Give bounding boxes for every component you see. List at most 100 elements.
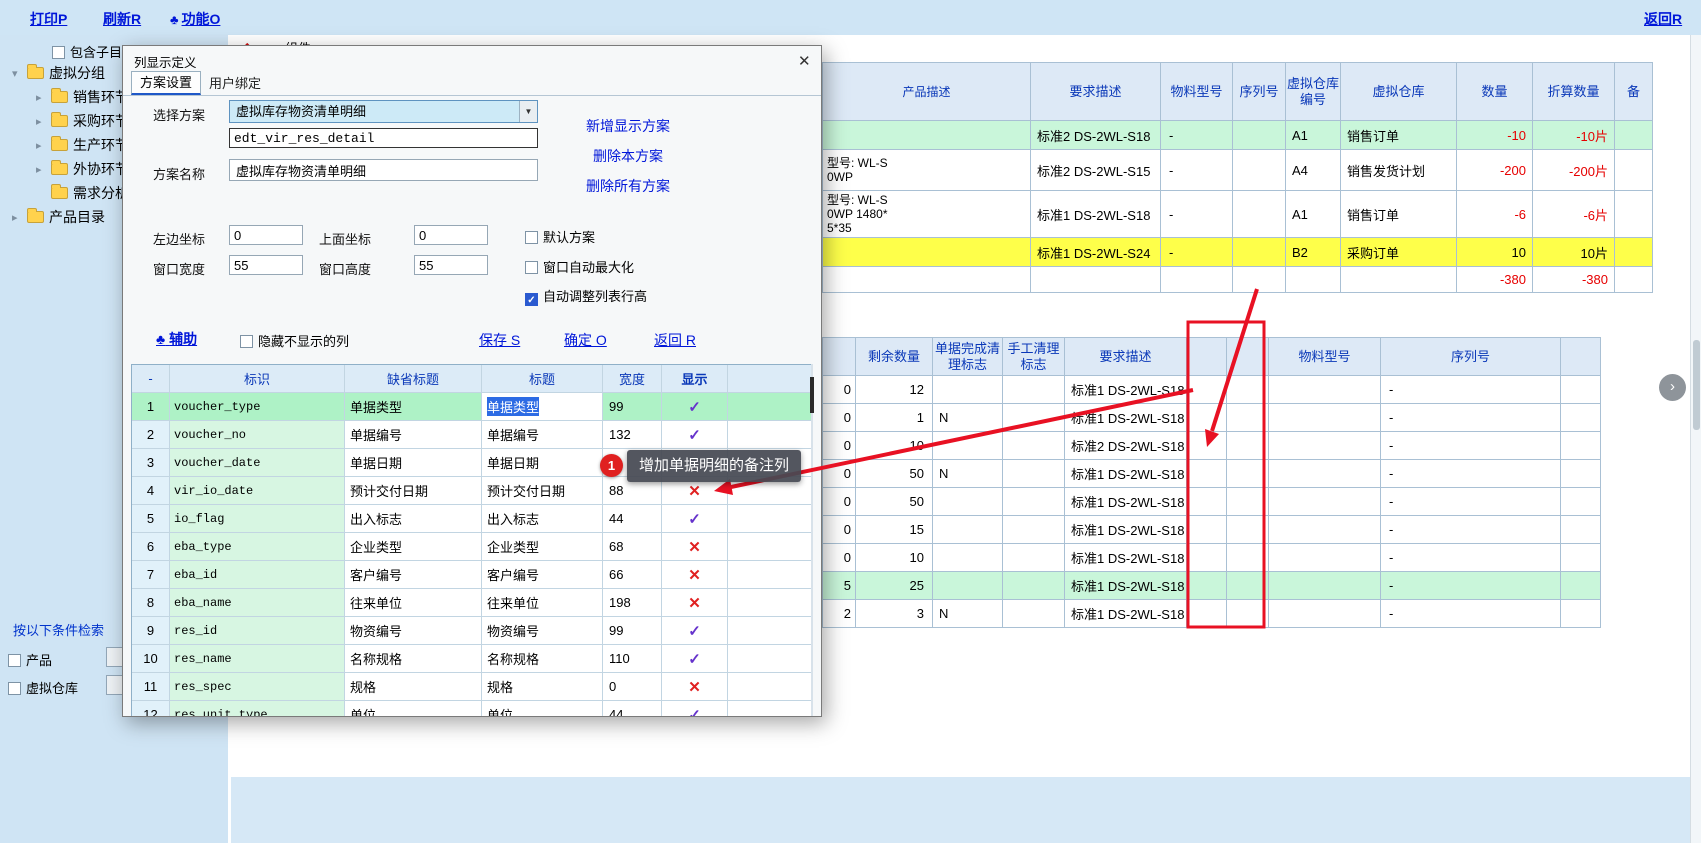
- grid-scrollbar[interactable]: [811, 364, 813, 717]
- cell-width[interactable]: 66: [603, 561, 662, 589]
- column-config-row[interactable]: 6 eba_type 企业类型 企业类型 68 ✕: [132, 533, 812, 561]
- table-row[interactable]: 2 3 N 标准1 DS-2WL-S18 -: [823, 600, 1601, 628]
- cell-width[interactable]: 99: [603, 617, 662, 645]
- cell-title[interactable]: 企业类型: [482, 533, 603, 561]
- auto-maximize-checkbox[interactable]: [525, 261, 538, 274]
- cell-visible-flag[interactable]: ✓: [662, 393, 728, 421]
- function-button[interactable]: ♣功能O: [170, 9, 220, 29]
- table-row[interactable]: 0 10 标准1 DS-2WL-S18 -: [823, 544, 1601, 572]
- column-config-row[interactable]: 10 res_name 名称规格 名称规格 110 ✓: [132, 645, 812, 673]
- column-config-row[interactable]: 7 eba_id 客户编号 客户编号 66 ✕: [132, 561, 812, 589]
- left-coord-input[interactable]: [229, 225, 303, 245]
- table-row[interactable]: 0 10 标准2 DS-2WL-S18 -: [823, 432, 1601, 460]
- refresh-button[interactable]: 刷新R: [103, 9, 141, 29]
- vertical-scrollbar[interactable]: [1690, 35, 1701, 843]
- delete-scheme-link[interactable]: 删除本方案: [593, 146, 663, 166]
- table-row[interactable]: 0 50 N 标准1 DS-2WL-S18 -: [823, 460, 1601, 488]
- table-row[interactable]: 标准1 DS-2WL-S24 - B2 采购订单 10 10片: [823, 238, 1653, 267]
- expander-icon[interactable]: ▸: [36, 115, 51, 128]
- cell-title[interactable]: 预计交付日期: [482, 477, 603, 505]
- column-config-row[interactable]: 8 eba_name 往来单位 往来单位 198 ✕: [132, 589, 812, 617]
- delete-all-schemes-link[interactable]: 删除所有方案: [586, 176, 670, 196]
- table-row[interactable]: 0 1 N 标准1 DS-2WL-S18 -: [823, 404, 1601, 432]
- table-row[interactable]: 0 12 标准1 DS-2WL-S18 -: [823, 376, 1601, 404]
- warehouse-filter-checkbox[interactable]: [8, 682, 21, 695]
- auto-row-height-checkbox[interactable]: ✓: [525, 293, 538, 306]
- cell-title[interactable]: 单据类型: [482, 393, 603, 421]
- product-filter-checkbox[interactable]: [8, 654, 21, 667]
- expander-icon[interactable]: ▸: [36, 163, 51, 176]
- cell-title[interactable]: 规格: [482, 673, 603, 701]
- cell-visible-flag[interactable]: ✕: [662, 561, 728, 589]
- include-subdir-checkbox[interactable]: [52, 46, 65, 59]
- close-icon[interactable]: ✕: [798, 52, 811, 70]
- save-button[interactable]: 保存 S: [479, 330, 520, 350]
- chevron-down-icon[interactable]: ▼: [519, 101, 537, 122]
- default-scheme-checkbox[interactable]: [525, 231, 538, 244]
- scheme-code-input[interactable]: [229, 128, 538, 148]
- cell-visible-flag[interactable]: ✓: [662, 505, 728, 533]
- cell-visible-flag[interactable]: ✓: [662, 645, 728, 673]
- cell-visible-flag[interactable]: ✓: [662, 701, 728, 717]
- expander-icon[interactable]: ▾: [12, 67, 27, 80]
- cell-width[interactable]: 44: [603, 701, 662, 717]
- cell-visible-flag[interactable]: ✕: [662, 673, 728, 701]
- cell-width[interactable]: 198: [603, 589, 662, 617]
- hide-columns-checkbox[interactable]: [240, 335, 253, 348]
- cell-width[interactable]: 110: [603, 645, 662, 673]
- scrollbar-thumb[interactable]: [1693, 340, 1700, 430]
- table-row[interactable]: 0 50 标准1 DS-2WL-S18 -: [823, 488, 1601, 516]
- cell-title[interactable]: 单位: [482, 701, 603, 717]
- cell-title[interactable]: 往来单位: [482, 589, 603, 617]
- ok-button[interactable]: 确定 O: [564, 330, 607, 350]
- expander-icon[interactable]: ▸: [12, 211, 27, 224]
- new-scheme-link[interactable]: 新增显示方案: [586, 116, 670, 136]
- back-button[interactable]: 返回R: [1644, 9, 1682, 29]
- tab-user-binding[interactable]: 用户绑定: [201, 73, 269, 95]
- return-button[interactable]: 返回 R: [654, 330, 696, 350]
- table-row[interactable]: 0 15 标准1 DS-2WL-S18 -: [823, 516, 1601, 544]
- column-config-row[interactable]: 11 res_spec 规格 规格 0 ✕: [132, 673, 812, 701]
- cell-title[interactable]: 物资编号: [482, 617, 603, 645]
- cell-width[interactable]: 68: [603, 533, 662, 561]
- cell-title[interactable]: 客户编号: [482, 561, 603, 589]
- column-config-row[interactable]: 2 voucher_no 单据编号 单据编号 132 ✓: [132, 421, 812, 449]
- table-row[interactable]: 标准2 DS-2WL-S18 - A1 销售订单 -10 -10片: [823, 121, 1653, 150]
- column-config-row[interactable]: 1 voucher_type 单据类型 单据类型 99 ✓: [132, 393, 812, 421]
- top-coord-input[interactable]: [414, 225, 488, 245]
- grid-scrollbar-thumb[interactable]: [810, 377, 814, 413]
- cell-width[interactable]: 0: [603, 673, 662, 701]
- cell-title[interactable]: 名称规格: [482, 645, 603, 673]
- cell-visible-flag[interactable]: ✓: [662, 617, 728, 645]
- expander-icon[interactable]: ▸: [36, 91, 51, 104]
- cell-visible-flag[interactable]: ✕: [662, 589, 728, 617]
- cell-visible-flag[interactable]: ✕: [662, 533, 728, 561]
- column-config-row[interactable]: 5 io_flag 出入标志 出入标志 44 ✓: [132, 505, 812, 533]
- help-button[interactable]: ♣ 辅助: [156, 329, 197, 349]
- tab-scheme-settings[interactable]: 方案设置: [131, 71, 201, 95]
- cell-title[interactable]: 出入标志: [482, 505, 603, 533]
- window-height-input[interactable]: [414, 255, 488, 275]
- auto-maximize-checkbox-row[interactable]: 窗口自动最大化: [525, 257, 634, 276]
- scroll-right-button[interactable]: ›: [1659, 374, 1686, 401]
- hide-columns-checkbox-row[interactable]: 隐藏不显示的列: [240, 331, 349, 350]
- cell-width[interactable]: 132: [603, 421, 662, 449]
- table-row[interactable]: 5 25 标准1 DS-2WL-S18 -: [823, 572, 1601, 600]
- default-scheme-checkbox-row[interactable]: 默认方案: [525, 227, 595, 246]
- cell-width[interactable]: 99: [603, 393, 662, 421]
- scheme-select[interactable]: 虚拟库存物资清单明细: [229, 100, 538, 123]
- table-row[interactable]: 型号: WL-S 0WP 标准2 DS-2WL-S15 - A4 销售发货计划 …: [823, 150, 1653, 191]
- cell-title[interactable]: 单据日期: [482, 449, 603, 477]
- column-config-row[interactable]: 12 res_unit_type 单位 单位 44 ✓: [132, 701, 812, 717]
- table-row[interactable]: -380 -380: [823, 267, 1653, 293]
- cell-title[interactable]: 单据编号: [482, 421, 603, 449]
- scheme-name-input[interactable]: [229, 159, 538, 181]
- cell-width[interactable]: 44: [603, 505, 662, 533]
- print-button[interactable]: 打印P: [30, 9, 67, 29]
- expander-icon[interactable]: ▸: [36, 139, 51, 152]
- table-row[interactable]: 型号: WL-S 0WP 1480* 5*35 标准1 DS-2WL-S18 -…: [823, 191, 1653, 238]
- cell-visible-flag[interactable]: ✓: [662, 421, 728, 449]
- auto-row-height-checkbox-row[interactable]: ✓自动调整列表行高: [525, 286, 647, 306]
- column-config-row[interactable]: 9 res_id 物资编号 物资编号 99 ✓: [132, 617, 812, 645]
- window-width-input[interactable]: [229, 255, 303, 275]
